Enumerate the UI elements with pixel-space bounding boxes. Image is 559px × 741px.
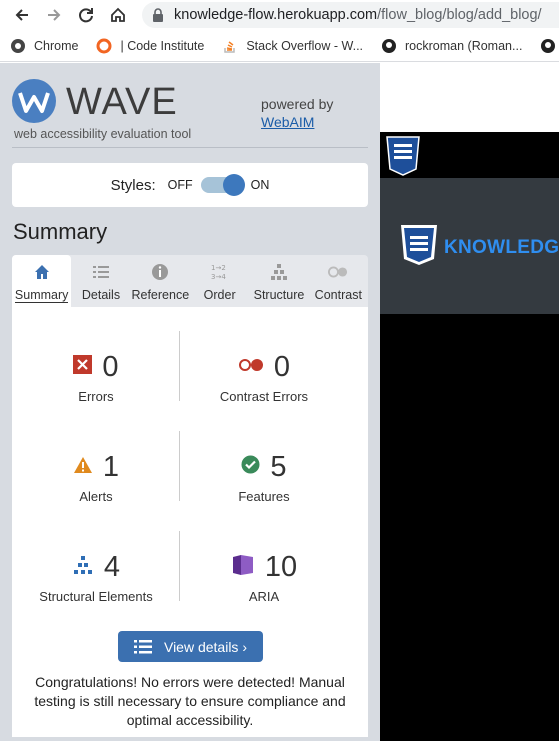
wave-structure-marker-icon[interactable] [384,136,422,181]
alerts-count: 1 [102,450,120,483]
contrast-errors-label: Contrast Errors [219,389,309,404]
wave-sidebar: WAVE web accessibility evaluation tool p… [0,63,380,741]
url-path: /flow_blog/blog/add_blog/ [377,7,542,23]
errors-count: 0 [102,350,119,383]
alert-icon [73,456,93,479]
summary-panel: 0 Errors 0 Contrast Errors 1 Alerts 5 Fe… [12,307,368,737]
chrome-icon [10,38,26,54]
lock-icon [153,8,163,22]
styles-off-label: OFF [167,178,193,192]
stackoverflow-icon [222,38,238,54]
list-icon [133,639,152,653]
tab-label: Contrast [314,288,362,302]
browser-toolbar: knowledge-flow.herokuapp.com/flow_blog/b… [0,0,559,30]
github-icon [540,38,556,54]
contrast-errors-count: 0 [273,350,291,383]
powered-by-text: powered by [261,96,334,112]
info-icon [150,262,170,282]
tab-label: Details [81,288,121,302]
tab-label: Structure [253,288,305,302]
bookmark-label: | Code Institute [120,38,205,53]
view-details-button[interactable]: View details › [118,631,263,662]
features-count: 5 [270,450,287,483]
brand-logo-icon [398,224,440,271]
reload-icon[interactable] [72,1,100,29]
alerts-stat[interactable]: 1 Alerts [12,447,180,527]
aria-count: 10 [264,550,298,583]
bookmark-chrome[interactable]: Chrome [0,38,86,54]
page-viewport: KNOWLEDGE [380,63,559,741]
bookmark-label: Chrome [34,38,79,53]
styles-on-label: ON [250,178,270,192]
tab-details[interactable]: Details [71,255,130,307]
bookmark-github-2[interactable]: Co [530,38,559,54]
congrats-message: Congratulations! No errors were detected… [34,674,346,728]
bookmark-label: rockroman (Roman... [405,38,523,53]
wave-logo-text: WAVE [66,81,178,123]
bookmark-stackoverflow[interactable]: Stack Overflow - W... [212,38,371,54]
page-top-area [380,63,559,132]
structural-label: Structural Elements [39,589,153,604]
errors-label: Errors [78,389,114,404]
tab-label: Summary [14,288,69,303]
brand-text: KNOWLEDGE [444,236,559,258]
structure-icon [72,555,94,580]
errors-stat[interactable]: 0 Errors [12,347,180,427]
aria-label: ARIA [248,589,280,604]
bookmarks-bar: Chrome | Code Institute Stack Overflow -… [0,30,559,62]
contrast-error-icon [238,358,264,377]
structural-elements-stat[interactable]: 4 Structural Elements [12,547,180,627]
alerts-label: Alerts [79,489,113,504]
divider [12,147,368,148]
view-details-label: View details › [163,638,247,655]
toggle-knob [222,174,245,196]
home-icon[interactable] [104,1,132,29]
bookmark-github[interactable]: rockroman (Roman... [371,38,530,54]
home-icon [32,262,52,282]
bookmark-label: Stack Overflow - W... [246,38,364,53]
webaim-link[interactable]: WebAIM [261,113,333,131]
styles-toggle-box: Styles: OFF ON [12,163,368,207]
aria-icon [231,553,255,582]
url-host: knowledge-flow.herokuapp.com [174,7,378,23]
tab-contrast[interactable]: Contrast [309,255,368,307]
wave-logo: WAVE web accessibility evaluation tool p… [12,77,368,147]
code-institute-icon [96,38,112,54]
tab-label: Reference [131,288,190,302]
svg-text:3→4: 3→4 [211,273,226,281]
styles-label: Styles: [110,176,156,194]
contrast-icon [328,262,348,282]
address-bar[interactable]: knowledge-flow.herokuapp.com/flow_blog/b… [142,2,559,28]
powered-by: powered by WebAIM [261,95,333,131]
summary-heading: Summary [13,219,108,244]
forward-arrow-icon[interactable] [40,1,68,29]
styles-toggle[interactable] [200,174,245,196]
structure-icon [269,262,289,282]
svg-text:1→2: 1→2 [211,264,226,272]
github-icon [381,38,397,54]
tab-label: Order [203,288,236,302]
aria-stat[interactable]: 10 ARIA [180,547,348,627]
back-arrow-icon[interactable] [8,1,36,29]
page-navbar: KNOWLEDGE [380,178,559,314]
wave-logo-icon [12,79,56,123]
tab-order[interactable]: 1→2 3→4 Order [190,255,249,307]
contrast-errors-stat[interactable]: 0 Contrast Errors [180,347,348,427]
features-stat[interactable]: 5 Features [180,447,348,527]
site-brand[interactable]: KNOWLEDGE [398,224,559,271]
feature-check-icon [241,455,260,479]
tab-reference[interactable]: Reference [131,255,190,307]
wave-subtitle: web accessibility evaluation tool [14,127,192,141]
list-icon [91,262,111,282]
error-icon [73,355,93,379]
tab-structure[interactable]: Structure [249,255,308,307]
bookmark-code-institute[interactable]: | Code Institute [86,38,212,54]
features-label: Features [238,489,290,504]
tab-summary[interactable]: Summary [12,255,72,307]
order-icon: 1→2 3→4 [210,262,230,282]
structural-count: 4 [103,550,121,583]
wave-tabs: Summary Details Reference 1→2 3→4 Order S… [12,255,368,307]
